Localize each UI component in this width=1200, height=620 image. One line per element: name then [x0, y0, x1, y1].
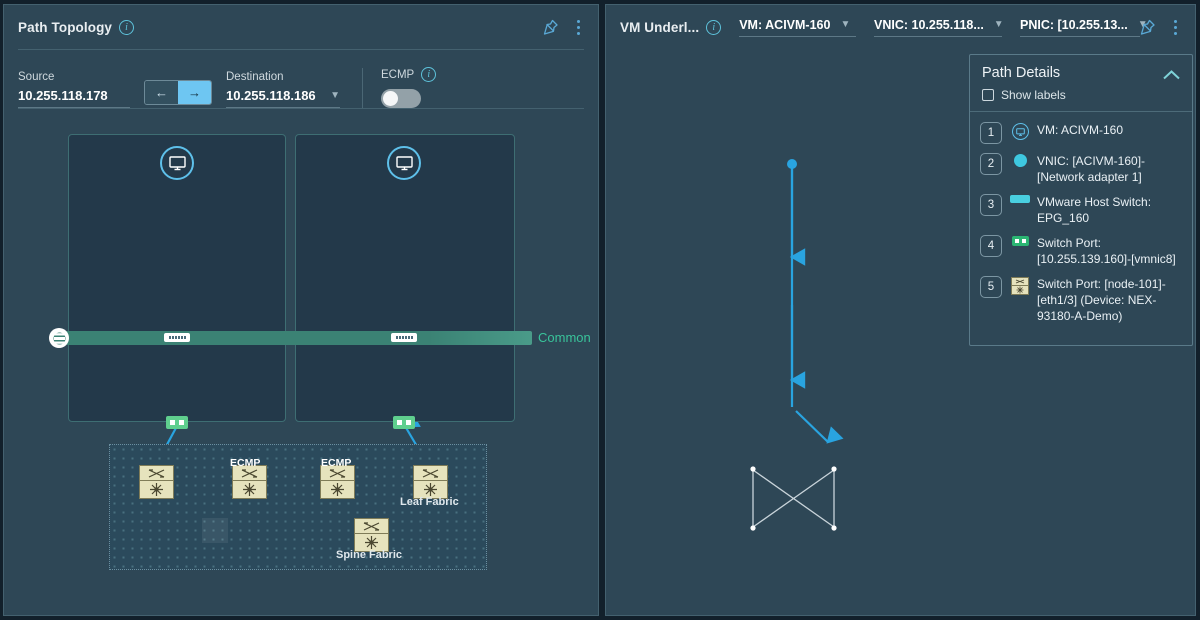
- ghost-node: [202, 518, 228, 543]
- step-number: 4: [980, 235, 1002, 257]
- show-labels-label: Show labels: [1001, 88, 1066, 102]
- left-topology-canvas: Common ECMP ECMP Leaf Fabric Spine Fabri…: [4, 5, 598, 615]
- leaf-switch-4[interactable]: [413, 465, 448, 499]
- path-details-card: Path Details Show labels 1 VM: ACIVM-160…: [969, 54, 1193, 346]
- ecmp-marker-2: ECMP: [321, 457, 352, 469]
- host-switch-destination-icon[interactable]: [391, 333, 417, 342]
- switch-port-destination-icon[interactable]: [393, 416, 415, 429]
- checkbox-box: [982, 89, 994, 101]
- chevron-up-icon[interactable]: [1163, 67, 1180, 85]
- app-root: Path Topology i Source 10.255.118.178 ← …: [0, 0, 1200, 620]
- step-text: VM: ACIVM-160: [1037, 123, 1124, 137]
- switch-port-source-icon[interactable]: [166, 416, 188, 429]
- spine-fabric-label: Spine Fabric: [336, 549, 403, 561]
- list-item[interactable]: 4 Switch Port: [10.255.139.160]-[vmnic8]: [980, 235, 1182, 267]
- vlan-endpoint-icon: [49, 328, 69, 348]
- step-number: 2: [980, 153, 1002, 175]
- list-item[interactable]: 3 VMware Host Switch: EPG_160: [980, 194, 1182, 226]
- monitor-icon: [1009, 123, 1031, 140]
- step-text: VMware Host Switch: EPG_160: [1037, 195, 1152, 225]
- host-switch-icon: [1009, 195, 1031, 203]
- path-details-list: 1 VM: ACIVM-160 2 VNIC: [ACIVM-160]-[Net…: [970, 112, 1192, 345]
- show-labels-checkbox[interactable]: Show labels: [982, 88, 1180, 102]
- list-item[interactable]: 2 VNIC: [ACIVM-160]-[Network adapter 1]: [980, 153, 1182, 185]
- spine-switch-1[interactable]: [354, 518, 389, 552]
- step-text: Switch Port: [node-101]-[eth1/3] (Device…: [1037, 277, 1166, 323]
- switch-port-icon: [1009, 236, 1031, 246]
- path-details-title: Path Details: [982, 65, 1061, 81]
- step-number: 1: [980, 122, 1002, 144]
- list-item[interactable]: 5 Switch Port: [node-101]-[eth1/3] (Devi…: [980, 276, 1182, 324]
- right-topology-canvas: vlan-3160: [606, 5, 1195, 615]
- network-switch-icon: [1009, 277, 1031, 295]
- leaf-switch-2[interactable]: [232, 465, 267, 499]
- step-text: Switch Port: [10.255.139.160]-[vmnic8]: [1037, 236, 1176, 266]
- vlan-label: Common: [538, 330, 591, 345]
- vnic-dot-icon: [1009, 154, 1031, 167]
- ecmp-marker-1: ECMP: [230, 457, 261, 469]
- vlan-bar: [62, 331, 532, 345]
- leaf-switch-3[interactable]: [320, 465, 355, 499]
- path-details-header: Path Details Show labels: [970, 55, 1192, 112]
- leaf-fabric-label: Leaf Fabric: [400, 496, 459, 508]
- list-item[interactable]: 1 VM: ACIVM-160: [980, 122, 1182, 144]
- path-topology-panel: Path Topology i Source 10.255.118.178 ← …: [3, 4, 599, 616]
- source-host-icon[interactable]: [160, 146, 194, 180]
- destination-host-icon[interactable]: [387, 146, 421, 180]
- vm-underlay-panel: VM Underl... i VM: ACIVM-160 ▼ VNIC: 10.…: [605, 4, 1196, 616]
- leaf-switch-1[interactable]: [139, 465, 174, 499]
- step-number: 5: [980, 276, 1002, 298]
- host-switch-source-icon[interactable]: [164, 333, 190, 342]
- step-number: 3: [980, 194, 1002, 216]
- step-text: VNIC: [ACIVM-160]-[Network adapter 1]: [1037, 154, 1146, 184]
